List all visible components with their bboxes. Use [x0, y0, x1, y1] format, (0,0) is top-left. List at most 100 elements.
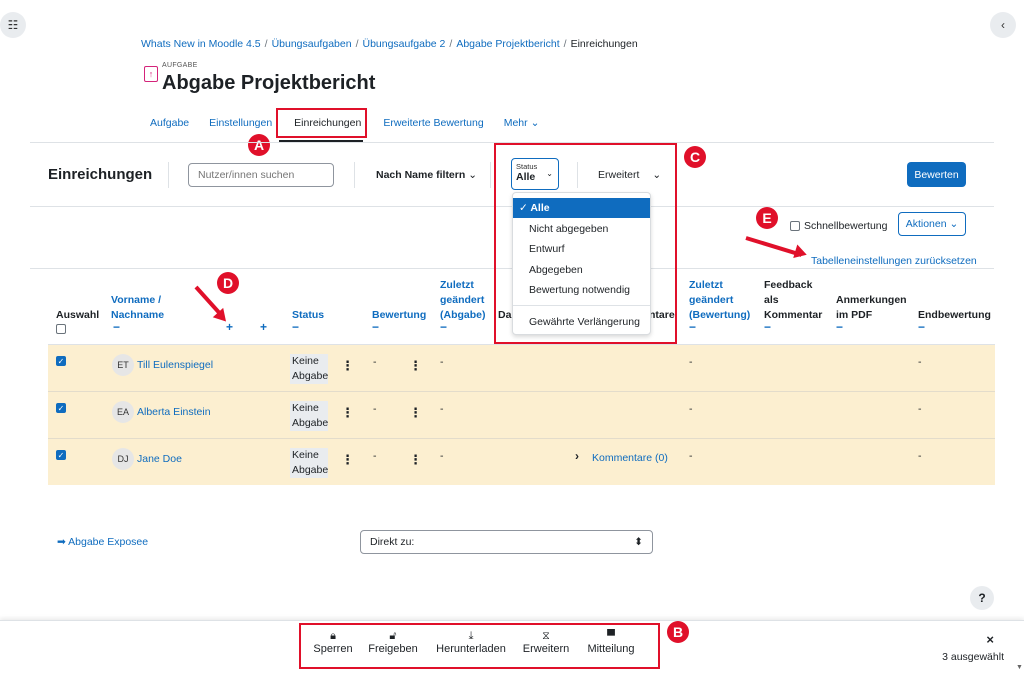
previous-activity-link[interactable]: ➡ Abgabe Exposee	[57, 536, 148, 548]
quick-grading-checkbox[interactable]	[790, 221, 800, 231]
tab-aufgabe[interactable]: Aufgabe	[140, 116, 199, 136]
header-line: geändert	[689, 294, 734, 306]
breadcrumb-item[interactable]: Whats New in Moodle 4.5	[141, 38, 261, 50]
user-search-input[interactable]	[188, 163, 334, 187]
scroll-down-icon[interactable]: ▼	[1016, 664, 1023, 671]
selected-count: 3 ausgewählt	[942, 651, 1004, 663]
block-drawer-toggle[interactable]: ‹	[990, 12, 1016, 38]
column-header-final-grade: Endbewertung	[918, 309, 991, 321]
modified-grade-value: -	[689, 356, 693, 368]
expand-column-icon[interactable]: +	[260, 320, 267, 334]
expand-comments-icon[interactable]: ›	[575, 449, 579, 463]
name-filter-dropdown[interactable]: Nach Name filtern ⌄	[376, 169, 477, 181]
modified-value: -	[440, 450, 444, 462]
column-header-pdf: Anmerkungen im PDF	[836, 293, 907, 323]
table-row[interactable]	[48, 439, 995, 485]
collapse-column-icon[interactable]: −	[372, 320, 379, 334]
actions-dropdown[interactable]: Aktionen ⌄	[898, 212, 966, 236]
user-name-link[interactable]: Alberta Einstein	[137, 406, 211, 418]
help-button[interactable]: ?	[970, 586, 994, 610]
final-grade-value: -	[918, 356, 922, 368]
breadcrumb-item[interactable]: Übungsaufgabe 2	[362, 38, 445, 50]
collapse-column-icon[interactable]: −	[918, 320, 925, 334]
status-line: Abgabe	[292, 417, 329, 429]
annotation-marker-a: A	[248, 134, 270, 156]
annotation-marker-d: D	[217, 272, 239, 294]
tab-mehr[interactable]: Mehr ⌄	[494, 116, 550, 136]
course-index-toggle[interactable]: ☷	[0, 12, 26, 38]
expand-column-icon[interactable]: +	[226, 320, 233, 334]
user-name-link[interactable]: Jane Doe	[137, 453, 182, 465]
column-header-grade[interactable]: Bewertung	[372, 308, 426, 323]
select-all-checkbox[interactable]	[56, 324, 66, 334]
grade-value: -	[373, 450, 377, 462]
row-select-checkbox[interactable]: ✓	[56, 356, 66, 366]
status-line: Abgabe	[292, 464, 329, 476]
column-header-modified-submission[interactable]: Zuletzt geändert (Abgabe)	[440, 278, 486, 323]
column-header-modified-grade[interactable]: Zuletzt geändert (Bewertung)	[689, 278, 750, 323]
grade-value: -	[373, 356, 377, 368]
header-line: geändert	[440, 294, 485, 306]
collapse-column-icon[interactable]: −	[292, 320, 299, 334]
divider	[354, 162, 355, 188]
collapse-column-icon[interactable]: −	[440, 320, 447, 334]
divider	[168, 162, 169, 188]
status-line: Abgabe	[292, 370, 329, 382]
row-select-checkbox[interactable]: ✓	[56, 450, 66, 460]
status-badge: Keine Abgabe	[290, 401, 328, 431]
row-menu-kebab-icon[interactable]: ⋮	[341, 358, 354, 374]
annotation-box-b	[299, 623, 660, 669]
grade-menu-kebab-icon[interactable]: ⋮	[409, 358, 422, 374]
status-line: Keine	[292, 449, 319, 461]
header-line: Kommentar	[764, 309, 823, 321]
final-grade-value: -	[918, 450, 922, 462]
chevron-left-icon: ‹	[1001, 18, 1005, 32]
row-select-checkbox[interactable]: ✓	[56, 403, 66, 413]
tab-einstellungen[interactable]: Einstellungen	[199, 116, 282, 136]
comments-link[interactable]: Kommentare (0)	[592, 452, 668, 464]
annotation-arrow-d	[194, 285, 222, 316]
tab-mehr-label: Mehr	[503, 117, 528, 129]
annotation-marker-e: E	[756, 207, 778, 229]
breadcrumb-item[interactable]: Abgabe Projektbericht	[456, 38, 559, 50]
collapse-column-icon[interactable]: −	[689, 320, 696, 334]
header-line: Anmerkungen	[836, 294, 907, 306]
modified-grade-value: -	[689, 450, 693, 462]
row-menu-kebab-icon[interactable]: ⋮	[341, 452, 354, 468]
row-menu-kebab-icon[interactable]: ⋮	[341, 405, 354, 421]
name-filter-label: Nach Name filtern	[376, 169, 466, 181]
grade-menu-kebab-icon[interactable]: ⋮	[409, 452, 422, 468]
jump-to-select[interactable]: Direkt zu: ⬍	[360, 530, 653, 554]
tab-erweiterte-bewertung[interactable]: Erweiterte Bewertung	[373, 116, 493, 136]
collapse-column-icon[interactable]: −	[113, 320, 120, 334]
header-line: (Bewertung)	[689, 309, 751, 321]
header-line: im PDF	[836, 309, 873, 321]
column-header-name[interactable]: Vorname / Nachname	[111, 293, 164, 323]
close-icon[interactable]: ×	[986, 632, 994, 647]
assignment-icon: ↑	[144, 66, 158, 82]
actions-label: Aktionen	[905, 218, 947, 230]
final-grade-value: -	[918, 403, 922, 415]
breadcrumb-current: Einreichungen	[570, 38, 638, 50]
chevron-down-icon: ⌄	[530, 117, 540, 129]
status-line: Keine	[292, 402, 319, 414]
grade-menu-kebab-icon[interactable]: ⋮	[409, 405, 422, 421]
collapse-column-icon[interactable]: −	[836, 320, 843, 334]
collapse-column-icon[interactable]: −	[764, 320, 771, 334]
grade-button[interactable]: Bewerten	[907, 162, 966, 187]
modified-value: -	[440, 356, 444, 368]
status-line: Keine	[292, 355, 319, 367]
column-header-feedback: Feedback als Kommentar	[764, 278, 822, 323]
reset-table-link[interactable]: Tabelleneinstellungen zurücksetzen	[811, 255, 977, 267]
modified-grade-value: -	[689, 403, 693, 415]
quick-grading-toggle[interactable]: Schnellbewertung	[790, 220, 887, 232]
jump-to-label: Direkt zu:	[370, 536, 415, 548]
status-badge: Keine Abgabe	[290, 448, 328, 478]
annotation-box-c	[494, 143, 677, 344]
header-line: Zuletzt	[440, 279, 474, 291]
breadcrumb-item[interactable]: Übungsaufgaben	[272, 38, 352, 50]
user-name-link[interactable]: Till Eulenspiegel	[137, 359, 213, 371]
select-arrows-icon: ⬍	[634, 536, 643, 548]
page-title: Abgabe Projektbericht	[162, 72, 376, 94]
chevron-down-icon: ⌄	[468, 169, 478, 181]
